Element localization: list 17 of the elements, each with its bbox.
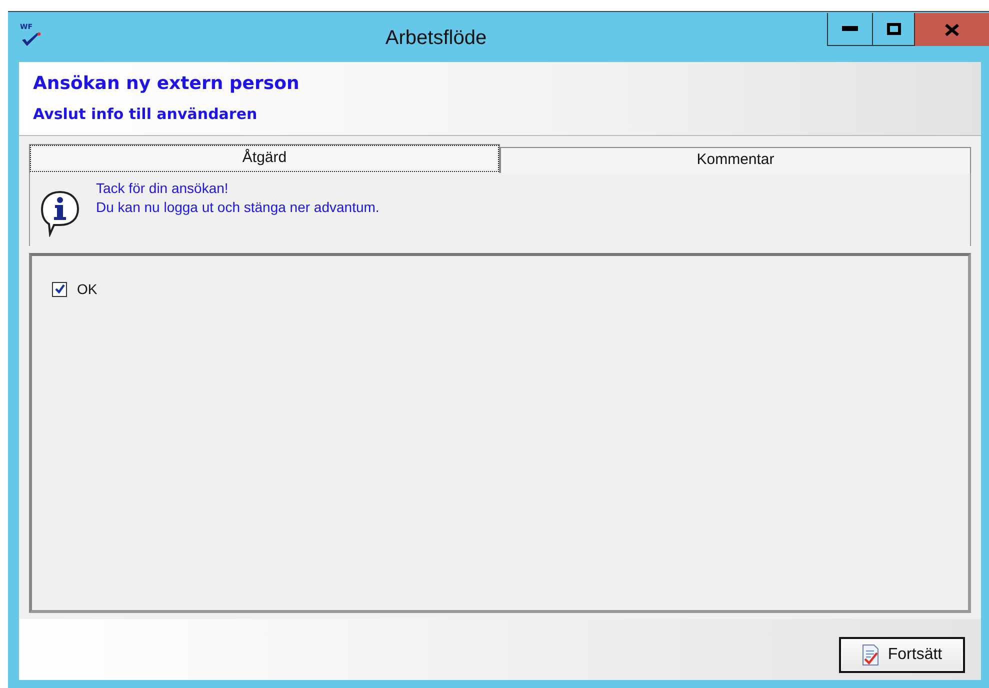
minimize-icon [842, 26, 858, 32]
info-icon [40, 189, 80, 237]
checkbox-label: OK [77, 281, 98, 297]
info-message: Tack för din ansökan! Du kan nu logga ut och stänga ner advantum. [96, 179, 380, 217]
close-icon [945, 24, 959, 36]
checkbox[interactable] [52, 282, 67, 296]
continue-button[interactable]: Fortsätt [839, 636, 965, 672]
maximize-icon [886, 23, 900, 35]
tab[interactable]: Åtgärd [29, 144, 500, 173]
window-title: Arbetsflöde [384, 26, 488, 50]
form-subtitle: Avslut info till användaren [33, 104, 258, 124]
minimize-button[interactable] [827, 13, 873, 46]
tab[interactable]: Kommentar [500, 147, 971, 173]
form-title: Ansökan ny extern person [33, 72, 300, 96]
document-check-icon [862, 644, 880, 666]
close-button[interactable] [915, 13, 989, 46]
checkmark-icon [21, 32, 41, 48]
